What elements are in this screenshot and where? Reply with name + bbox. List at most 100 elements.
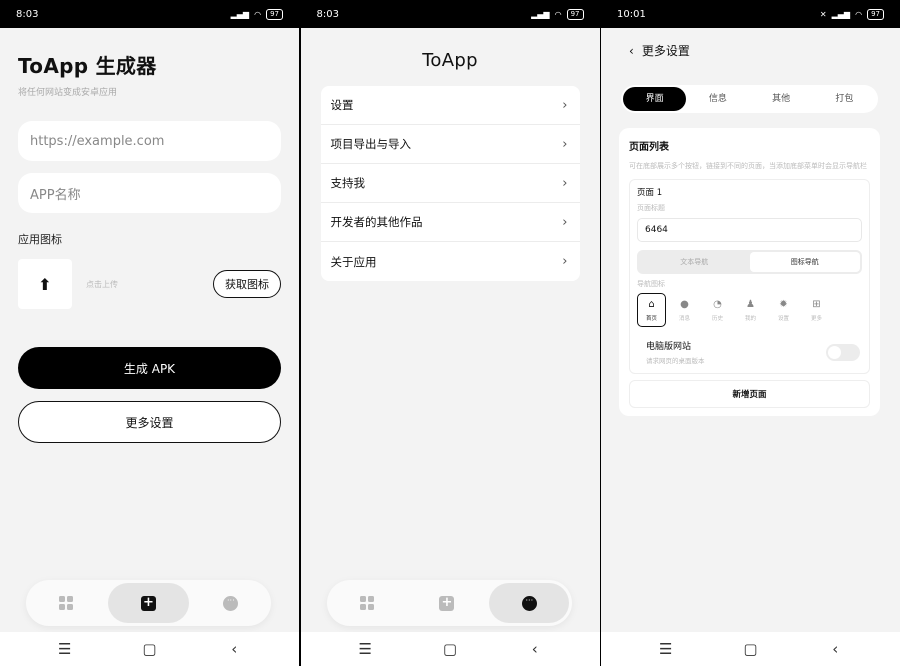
icon-option-settings[interactable]: ✹ 设置 <box>769 293 798 327</box>
circle-icon: ● <box>680 298 689 310</box>
icon-option-history[interactable]: ◔ 历史 <box>703 293 732 327</box>
menu-icon[interactable]: ☰ <box>646 640 686 658</box>
tab-more[interactable]: ··· <box>489 583 570 623</box>
settings-menu: 设置 › 项目导出与导入 › 支持我 › 开发者的其他作品 › 关于应用 › <box>320 86 580 281</box>
back-icon[interactable]: ‹ <box>815 640 855 658</box>
status-time: 10:01 <box>617 8 646 20</box>
generator-page: ToApp 生成器 将任何网站变成安卓应用 https://example.co… <box>0 28 299 632</box>
app-name-input[interactable]: APP名称 <box>18 173 281 213</box>
card-description: 可在底部展示多个按钮，链接到不同的页面，当添加底部菜单时会显示导航栏 <box>629 162 867 170</box>
icon-option-label: 更多 <box>810 315 822 322</box>
mode-icon-nav[interactable]: 图标导航 <box>749 252 860 272</box>
tab-create[interactable]: + <box>407 583 487 623</box>
clock-icon: ◔ <box>713 298 722 310</box>
menu-icon[interactable]: ☰ <box>345 640 385 658</box>
wifi-icon: ◠ <box>554 9 562 19</box>
nav-mode-toggle: 文本导航 图标导航 <box>637 250 862 274</box>
gear-icon: ✹ <box>779 298 788 310</box>
more-icon: ··· <box>223 595 239 611</box>
chevron-right-icon: › <box>562 97 568 113</box>
screen-menu: 8:03 ▂▄▆ ◠ 97 ToApp 设置 › 项目导出与导入 › 支持我 ›… <box>300 0 600 666</box>
wifi-icon: ◠ <box>254 9 262 19</box>
screen-more-settings: 10:01 ✕ ▂▄▆ ◠ 97 ‹ 更多设置 界面 信息 其他 打包 页面列表… <box>601 0 900 666</box>
menu-item-settings[interactable]: 设置 › <box>320 86 580 125</box>
chevron-right-icon: › <box>562 214 568 230</box>
tab-create[interactable]: + <box>108 583 189 623</box>
desktop-site-switch[interactable] <box>826 343 860 361</box>
signal-icon: ▂▄▆ <box>831 9 851 19</box>
tab-projects[interactable] <box>327 583 407 623</box>
add-page-button[interactable]: 新增页面 <box>629 380 870 408</box>
tab-other[interactable]: 其他 <box>750 87 813 111</box>
icon-option-message[interactable]: ● 消息 <box>670 293 699 327</box>
icon-option-more[interactable]: ⊞ 更多 <box>802 293 831 327</box>
battery-icon: 97 <box>566 8 584 20</box>
tab-info[interactable]: 信息 <box>686 87 749 111</box>
plus-icon: + <box>140 595 156 611</box>
tab-interface[interactable]: 界面 <box>623 87 687 111</box>
card-title: 页面列表 <box>629 142 669 153</box>
desktop-site-label: 电脑版网站 <box>646 342 692 352</box>
tab-more[interactable]: ··· <box>191 583 271 623</box>
tab-package[interactable]: 打包 <box>813 87 876 111</box>
generate-apk-button[interactable]: 生成 APK <box>18 347 281 389</box>
desktop-site-row: 电脑版网站 请求网页的桌面版本 <box>637 339 862 365</box>
icon-option-label: 历史 <box>711 315 723 322</box>
url-input[interactable]: https://example.com <box>18 121 281 161</box>
menu-item-support[interactable]: 支持我 › <box>320 164 580 203</box>
home-square-icon[interactable]: ▢ <box>731 640 771 658</box>
tab-projects[interactable] <box>26 583 106 623</box>
page-list-card: 页面列表 可在底部展示多个按钮，链接到不同的页面，当添加底部菜单时会显示导航栏 … <box>619 128 880 416</box>
page-title: ToApp 生成器 <box>18 54 157 78</box>
page-title-label: 页面标题 <box>637 204 665 212</box>
status-bar: 10:01 ✕ ▂▄▆ ◠ 97 <box>601 0 900 28</box>
plus-icon: + <box>439 595 455 611</box>
more-settings-page: ‹ 更多设置 界面 信息 其他 打包 页面列表 可在底部展示多个按钮，链接到不同… <box>601 28 900 632</box>
status-time: 8:03 <box>316 8 339 20</box>
nav-icon-picker: ⌂ 首页 ● 消息 ◔ 历史 ♟ 我的 ✹ 设置 ⊞ 更多 <box>637 293 862 327</box>
menu-item-about[interactable]: 关于应用 › <box>321 242 580 281</box>
menu-item-export-import[interactable]: 项目导出与导入 › <box>320 125 580 164</box>
back-arrow-icon[interactable]: ‹ <box>629 44 634 58</box>
more-icon: ··· <box>521 595 537 611</box>
page-title-input[interactable]: 6464 <box>637 218 862 242</box>
icon-label: 应用图标 <box>18 233 62 246</box>
signal-icon: ▂▄▆ <box>531 9 550 19</box>
page-title: 更多设置 <box>641 44 690 58</box>
chevron-right-icon: › <box>562 175 568 191</box>
header: ‹ 更多设置 <box>621 42 878 59</box>
bottom-tab-bar: + ··· <box>326 580 572 626</box>
more-settings-button[interactable]: 更多设置 <box>18 401 281 443</box>
user-icon: ♟ <box>746 298 755 310</box>
desktop-site-desc: 请求网页的桌面版本 <box>646 357 705 365</box>
menu-item-label: 项目导出与导入 <box>330 137 412 151</box>
menu-item-label: 关于应用 <box>330 254 377 269</box>
system-nav-bar: ☰ ▢ ‹ <box>300 632 600 666</box>
back-icon[interactable]: ‹ <box>214 640 254 658</box>
chevron-right-icon: › <box>562 136 568 152</box>
icon-option-label: 首页 <box>645 315 657 322</box>
battery-icon: 97 <box>867 8 884 20</box>
battery-icon: 97 <box>266 8 283 20</box>
page-title: ToApp <box>422 50 478 71</box>
bottom-tab-bar: + ··· <box>26 580 271 626</box>
icon-option-home[interactable]: ⌂ 首页 <box>637 293 666 327</box>
upload-icon-button[interactable]: ⬆ <box>18 259 72 309</box>
back-icon[interactable]: ‹ <box>515 640 555 658</box>
nav-icon-label: 导航图标 <box>637 280 665 288</box>
screen-generator: 8:03 ▂▄▆ ◠ 97 ToApp 生成器 将任何网站变成安卓应用 http… <box>0 0 299 666</box>
status-icons: ▂▄▆ ◠ 97 <box>231 8 283 20</box>
icon-option-label: 我的 <box>744 315 756 322</box>
fetch-icon-button[interactable]: 获取图标 <box>213 270 281 298</box>
wifi-icon: ◠ <box>855 9 863 19</box>
home-square-icon[interactable]: ▢ <box>430 640 470 658</box>
home-square-icon[interactable]: ▢ <box>130 640 170 658</box>
status-bar: 8:03 ▂▄▆ ◠ 97 <box>300 0 600 28</box>
menu-item-other-works[interactable]: 开发者的其他作品 › <box>320 203 580 242</box>
mode-text-nav[interactable]: 文本导航 <box>639 252 750 272</box>
home-icon: ⌂ <box>648 298 655 310</box>
chevron-right-icon: › <box>562 254 568 269</box>
icon-option-profile[interactable]: ♟ 我的 <box>736 293 765 327</box>
status-bar: 8:03 ▂▄▆ ◠ 97 <box>0 0 299 28</box>
menu-icon[interactable]: ☰ <box>45 640 85 658</box>
